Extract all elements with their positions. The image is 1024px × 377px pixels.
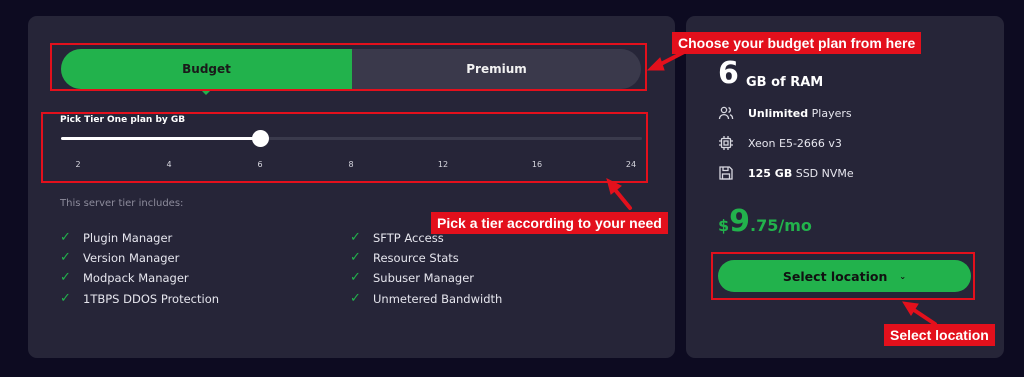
annotation-arrows	[606, 48, 937, 326]
arrow-location	[909, 306, 937, 326]
arrow-plan-head	[646, 57, 665, 71]
